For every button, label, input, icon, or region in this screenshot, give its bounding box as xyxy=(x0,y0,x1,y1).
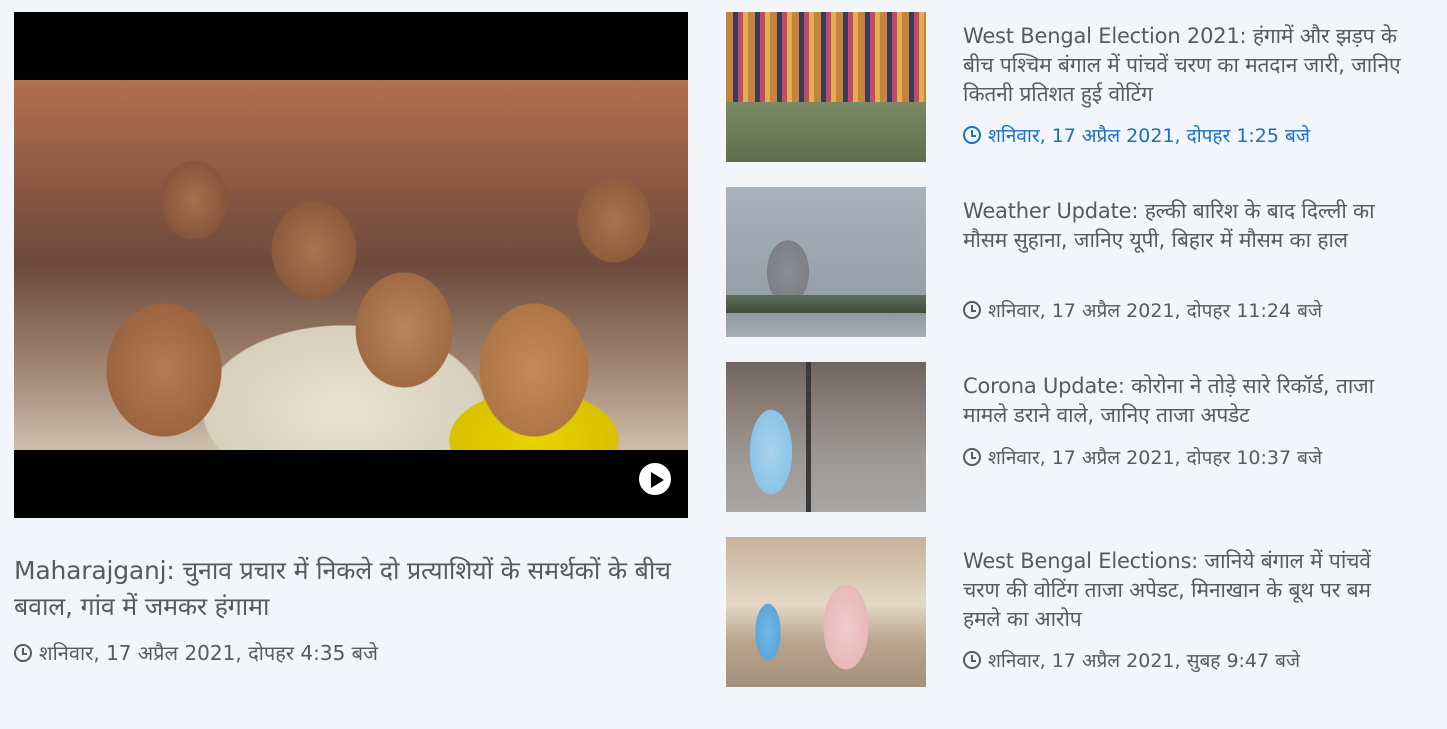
article-timestamp: शनिवार, 17 अप्रैल 2021, दोपहर 11:24 बजे xyxy=(963,297,1322,323)
clock-icon xyxy=(963,651,981,669)
clock-icon xyxy=(963,301,981,319)
article-time-text: शनिवार, 17 अप्रैल 2021, दोपहर 11:24 बजे xyxy=(988,300,1323,322)
article-thumbnail[interactable] xyxy=(726,537,926,687)
list-item[interactable]: West Bengal Election 2021: हंगामें और झड… xyxy=(726,12,1426,162)
article-headline[interactable]: Corona Update: कोरोना ने तोड़े सारे रिकॉ… xyxy=(963,372,1413,430)
article-timestamp: शनिवार, 17 अप्रैल 2021, सुबह 9:47 बजे xyxy=(963,647,1300,673)
article-headline[interactable]: West Bengal Election 2021: हंगामें और झड… xyxy=(963,22,1413,109)
list-item[interactable]: West Bengal Elections: जानिये बंगाल में … xyxy=(726,537,1426,687)
clock-icon xyxy=(963,126,981,144)
list-item[interactable]: Corona Update: कोरोना ने तोड़े सारे रिकॉ… xyxy=(726,362,1426,512)
article-headline[interactable]: West Bengal Elections: जानिये बंगाल में … xyxy=(963,547,1413,634)
article-thumbnail[interactable] xyxy=(726,12,926,162)
featured-article[interactable]: Maharajganj: चुनाव प्रचार में निकले दो प… xyxy=(14,12,688,666)
article-timestamp: शनिवार, 17 अप्रैल 2021, दोपहर 10:37 बजे xyxy=(963,444,1322,470)
article-thumbnail[interactable] xyxy=(726,187,926,337)
article-time-text: शनिवार, 17 अप्रैल 2021, दोपहर 1:25 बजे xyxy=(988,125,1310,147)
featured-video[interactable] xyxy=(14,12,688,518)
article-headline[interactable]: Weather Update: हल्की बारिश के बाद दिल्ल… xyxy=(963,197,1413,255)
play-icon[interactable] xyxy=(637,461,673,497)
list-item[interactable]: Weather Update: हल्की बारिश के बाद दिल्ल… xyxy=(726,187,1426,337)
clock-icon xyxy=(963,448,981,466)
article-time-text: शनिवार, 17 अप्रैल 2021, सुबह 9:47 बजे xyxy=(988,650,1301,672)
featured-time-text: शनिवार, 17 अप्रैल 2021, दोपहर 4:35 बजे xyxy=(39,641,378,665)
article-thumbnail[interactable] xyxy=(726,362,926,512)
featured-video-thumbnail xyxy=(14,80,688,450)
featured-headline[interactable]: Maharajganj: चुनाव प्रचार में निकले दो प… xyxy=(14,553,688,625)
article-timestamp: शनिवार, 17 अप्रैल 2021, दोपहर 1:25 बजे xyxy=(963,122,1310,148)
featured-timestamp: शनिवार, 17 अप्रैल 2021, दोपहर 4:35 बजे xyxy=(14,639,688,666)
article-time-text: शनिवार, 17 अप्रैल 2021, दोपहर 10:37 बजे xyxy=(988,447,1323,469)
clock-icon xyxy=(14,643,32,662)
